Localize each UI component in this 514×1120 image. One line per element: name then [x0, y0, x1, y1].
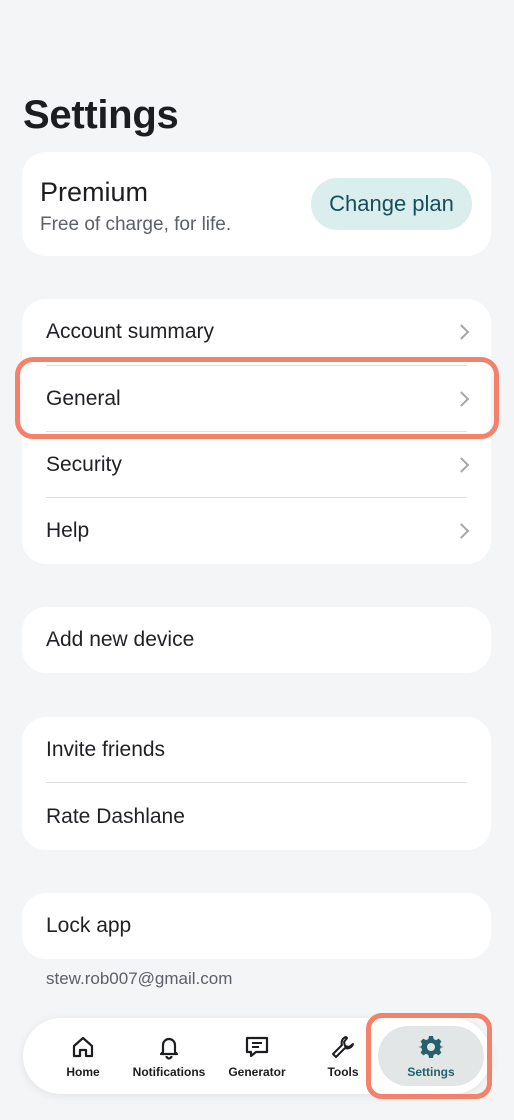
change-plan-button[interactable]: Change plan: [311, 178, 472, 230]
menu-item-label: Account summary: [46, 320, 215, 343]
page-title: Settings: [23, 93, 179, 137]
rate-dashlane-label: Rate Dashlane: [46, 805, 185, 828]
menu-item-security[interactable]: Security: [22, 432, 491, 498]
account-email: stew.rob007@gmail.com: [46, 969, 233, 988]
tab-label: Notifications: [132, 1064, 206, 1079]
tab-label: Generator: [228, 1064, 286, 1079]
invite-friends-item[interactable]: Invite friends: [22, 717, 491, 783]
settings-menu-group: Account summary General Security Help: [22, 299, 491, 564]
lock-card: Lock app: [22, 893, 491, 959]
menu-item-label: Security: [46, 453, 122, 476]
menu-item-label: Help: [46, 519, 90, 542]
rate-dashlane-item[interactable]: Rate Dashlane: [22, 784, 491, 850]
menu-item-label: General: [46, 387, 121, 410]
tab-bar: Home Notifications Generator Tools Setti…: [23, 1018, 491, 1094]
social-card: Invite friends Rate Dashlane: [22, 717, 491, 850]
chevron-right-icon: [453, 457, 470, 473]
menu-item-general[interactable]: General: [22, 366, 491, 432]
wrench-icon: [332, 1035, 354, 1058]
menu-item-account-summary[interactable]: Account summary: [22, 299, 491, 365]
tab-tools[interactable]: Tools: [305, 1018, 381, 1094]
device-card: Add new device: [22, 607, 491, 673]
chevron-right-icon: [453, 324, 470, 340]
premium-card: Premium Free of charge, for life. Change…: [22, 152, 491, 256]
message-icon: [245, 1036, 269, 1057]
invite-friends-label: Invite friends: [46, 738, 166, 761]
tab-settings[interactable]: Settings: [378, 1018, 484, 1094]
plan-description: Free of charge, for life.: [40, 214, 232, 235]
gear-icon: [418, 1035, 444, 1058]
plan-name: Premium: [40, 177, 149, 207]
chevron-right-icon: [453, 391, 470, 407]
tab-label: Settings: [407, 1064, 455, 1079]
tab-label: Home: [66, 1064, 100, 1079]
tab-home[interactable]: Home: [45, 1018, 121, 1094]
chevron-right-icon: [453, 523, 470, 539]
bell-icon: [159, 1037, 179, 1060]
home-icon: [72, 1036, 94, 1057]
divider: [46, 782, 467, 783]
tab-notifications[interactable]: Notifications: [123, 1018, 215, 1094]
add-new-device-item[interactable]: Add new device: [22, 607, 491, 673]
tab-label: Tools: [327, 1064, 359, 1079]
lock-app-item[interactable]: Lock app: [22, 893, 491, 959]
tab-generator[interactable]: Generator: [217, 1018, 297, 1094]
add-new-device-label: Add new device: [46, 628, 195, 651]
menu-item-help[interactable]: Help: [22, 498, 491, 564]
lock-app-label: Lock app: [46, 914, 132, 937]
